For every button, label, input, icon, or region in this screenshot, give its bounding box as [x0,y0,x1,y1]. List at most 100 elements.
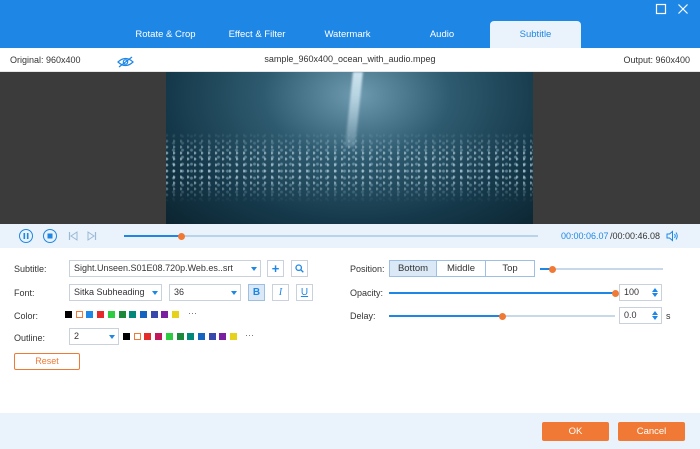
chevron-down-icon [231,291,237,295]
delay-unit: s [666,311,671,321]
outline-color-swatches [123,333,253,341]
outline-color-swatch[interactable] [123,333,130,340]
maximize-icon[interactable] [655,3,667,15]
subtitle-file-select[interactable]: Sight.Unseen.S01E08.720p.Web.es..srt [69,260,261,277]
outline-color-swatch[interactable] [219,333,227,340]
color-swatch[interactable] [97,311,105,318]
volume-icon[interactable] [666,230,679,242]
bold-button[interactable]: B [248,284,265,301]
progress-handle[interactable] [178,232,186,240]
position-label: Position: [350,264,385,274]
ok-button[interactable]: OK [542,422,609,441]
position-slider[interactable] [540,268,663,270]
progress-track[interactable] [124,235,538,237]
tab-subtitle[interactable]: Subtitle [490,21,581,48]
opacity-value: 100 [624,287,640,297]
delay-label: Delay: [350,311,376,321]
outline-color-swatch[interactable] [144,333,152,340]
video-frame [166,72,533,224]
cancel-button[interactable]: Cancel [618,422,685,441]
tab-bar: Rotate & Crop Effect & Filter Watermark … [0,0,700,48]
info-bar: Original: 960x400 sample_960x400_ocean_w… [0,48,700,72]
outline-color-swatch[interactable] [133,333,141,340]
opacity-slider-fill [389,292,615,294]
outline-color-swatch[interactable] [197,333,205,340]
font-family-select[interactable]: Sitka Subheading [69,284,162,301]
tab-audio[interactable]: Audio [394,21,490,48]
delay-stepper[interactable]: 0.0 [619,307,662,324]
font-size-value: 36 [174,287,185,297]
delay-slider-fill [389,315,502,317]
opacity-label: Opacity: [350,288,384,298]
color-swatch[interactable] [118,311,126,318]
color-more-button[interactable]: ··· [188,308,197,318]
previous-frame-icon[interactable] [68,231,78,241]
color-label: Color: [14,311,39,321]
color-swatch[interactable] [161,311,169,318]
footer: OK Cancel [0,413,700,449]
outline-color-swatch[interactable] [176,333,184,340]
color-swatch[interactable] [86,311,94,318]
chevron-down-icon [152,291,158,295]
close-icon[interactable] [677,3,689,15]
color-swatches [65,311,205,319]
stop-button[interactable] [43,229,57,243]
eye-hidden-icon[interactable] [117,56,134,68]
outline-width-value: 2 [74,331,80,341]
delay-slider-handle[interactable] [498,312,506,320]
reset-button[interactable]: Reset [14,353,80,370]
outline-color-swatch[interactable] [230,333,237,340]
font-size-select[interactable]: 36 [169,284,241,301]
outline-label: Outline: [14,333,46,343]
tab-effect-filter[interactable]: Effect & Filter [213,21,301,48]
next-frame-icon[interactable] [87,231,97,241]
progress-fill [124,235,182,237]
tab-watermark[interactable]: Watermark [301,21,394,48]
font-label: Font: [14,288,35,298]
color-swatch[interactable] [172,311,179,318]
decrement-icon[interactable] [652,293,658,297]
outline-more-button[interactable]: ··· [245,330,254,340]
increment-icon[interactable] [652,311,658,315]
decrement-icon[interactable] [652,316,658,320]
outline-color-swatch[interactable] [208,333,216,340]
search-icon [295,264,304,273]
position-middle-button[interactable]: Middle [436,260,486,277]
plus-icon: + [271,261,280,276]
subtitle-file-value: Sight.Unseen.S01E08.720p.Web.es..srt [74,263,233,273]
outline-color-swatch[interactable] [165,333,173,340]
position-bottom-button[interactable]: Bottom [389,260,437,277]
fish-school [166,132,533,202]
color-swatch[interactable] [139,311,147,318]
position-slider-handle[interactable] [548,265,556,273]
chevron-down-icon [109,335,115,339]
playback-controls: 00:00:06.07 /00:00:46.08 [0,224,700,248]
color-swatch[interactable] [75,311,83,318]
current-time: 00:00:06.07 [561,231,609,241]
stop-icon [47,233,53,239]
color-swatch[interactable] [150,311,158,318]
outline-color-swatch[interactable] [155,333,163,340]
search-subtitle-button[interactable] [291,260,308,277]
outline-width-select[interactable]: 2 [69,328,119,345]
subtitle-label: Subtitle: [14,264,47,274]
video-preview-area [0,72,700,224]
add-subtitle-button[interactable]: + [267,260,284,277]
color-swatch[interactable] [129,311,137,318]
underline-button[interactable]: U [296,284,313,301]
position-top-button[interactable]: Top [485,260,535,277]
file-name: sample_960x400_ocean_with_audio.mpeg [264,54,436,64]
opacity-slider[interactable] [389,292,615,294]
pause-button[interactable] [19,229,33,243]
color-swatch[interactable] [107,311,115,318]
opacity-slider-handle[interactable] [611,289,619,297]
opacity-stepper[interactable]: 100 [619,284,662,301]
total-time: /00:00:46.08 [610,231,661,241]
outline-color-swatch[interactable] [187,333,195,340]
color-swatch[interactable] [65,311,72,318]
chevron-down-icon [251,267,257,271]
tab-rotate-crop[interactable]: Rotate & Crop [118,21,213,48]
increment-icon[interactable] [652,288,658,292]
output-resolution: Output: 960x400 [623,55,690,65]
italic-button[interactable]: I [272,284,289,301]
